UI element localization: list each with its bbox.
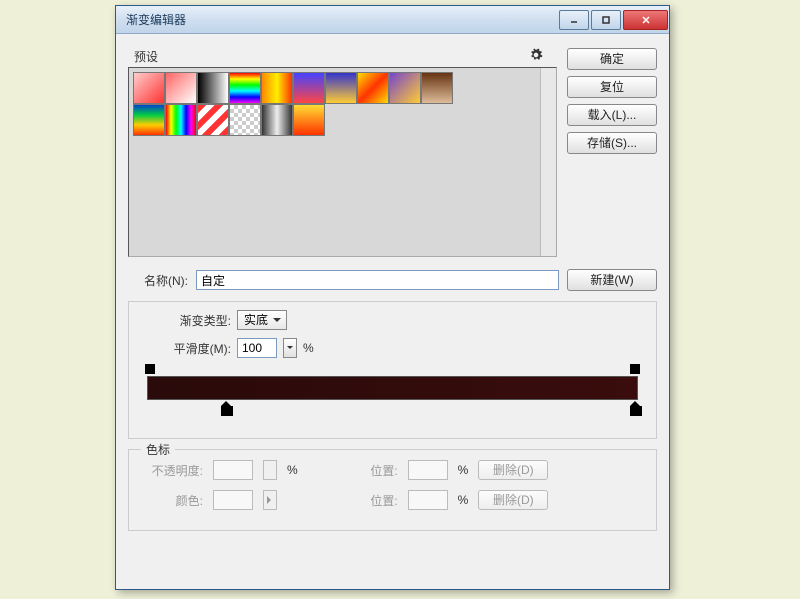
window-title: 渐变编辑器	[126, 11, 186, 28]
minimize-button[interactable]	[559, 10, 589, 30]
preset-swatch-4[interactable]	[261, 72, 293, 104]
preset-swatch-15[interactable]	[293, 104, 325, 136]
stops-fieldset: 色标 不透明度: % 位置: % 删除(D) 颜色: % 位置: %	[128, 449, 657, 531]
color-position-unit: %	[458, 493, 469, 507]
close-button[interactable]	[623, 10, 668, 30]
smoothness-spinner[interactable]	[283, 338, 297, 358]
opacity-position-label: 位置:	[338, 462, 398, 479]
opacity-stop-left[interactable]	[145, 364, 155, 374]
gradient-editor-window: 渐变编辑器 预设 确定 复位	[115, 5, 670, 590]
side-buttons: 确定 复位 载入(L)... 存储(S)...	[567, 46, 657, 257]
color-position-input[interactable]	[408, 490, 448, 510]
presets-panel: 预设	[128, 46, 557, 257]
gradient-editor-bar[interactable]	[141, 366, 644, 426]
color-picker-button[interactable]	[263, 490, 277, 510]
preset-swatch-11[interactable]	[165, 104, 197, 136]
preset-swatch-0[interactable]	[133, 72, 165, 104]
presets-grid[interactable]	[128, 67, 557, 257]
opacity-spinner[interactable]	[263, 460, 277, 480]
reset-button[interactable]: 复位	[567, 76, 657, 98]
opacity-label: 不透明度:	[143, 462, 203, 479]
color-swatch-input[interactable]	[213, 490, 253, 510]
preset-swatch-7[interactable]	[357, 72, 389, 104]
color-label: 颜色:	[143, 492, 203, 509]
titlebar[interactable]: 渐变编辑器	[116, 6, 669, 34]
preset-swatch-3[interactable]	[229, 72, 261, 104]
save-button[interactable]: 存储(S)...	[567, 132, 657, 154]
gradient-type-select[interactable]: 实底	[237, 310, 287, 330]
preset-swatch-13[interactable]	[229, 104, 261, 136]
preset-swatch-9[interactable]	[421, 72, 453, 104]
smoothness-label: 平滑度(M):	[141, 340, 231, 357]
opacity-position-input[interactable]	[408, 460, 448, 480]
gradient-type-value: 实底	[244, 313, 268, 327]
new-button[interactable]: 新建(W)	[567, 269, 657, 291]
color-stop-2[interactable]	[630, 402, 640, 414]
preset-swatch-10[interactable]	[133, 104, 165, 136]
name-input[interactable]	[196, 270, 559, 290]
ok-button[interactable]: 确定	[567, 48, 657, 70]
gear-icon	[529, 48, 543, 62]
preset-swatch-6[interactable]	[325, 72, 357, 104]
opacity-position-unit: %	[458, 463, 469, 477]
color-delete-button[interactable]: 删除(D)	[478, 490, 548, 510]
opacity-stop-right[interactable]	[630, 364, 640, 374]
preset-swatch-12[interactable]	[197, 104, 229, 136]
opacity-unit: %	[287, 463, 298, 477]
scrollbar[interactable]	[540, 68, 556, 256]
presets-label: 预设	[134, 48, 158, 65]
name-label: 名称(N):	[128, 272, 188, 289]
smoothness-unit: %	[303, 341, 314, 355]
gradient-settings-group: 渐变类型: 实底 平滑度(M): %	[128, 301, 657, 439]
preset-swatch-2[interactable]	[197, 72, 229, 104]
color-position-label: 位置:	[338, 492, 398, 509]
smoothness-input[interactable]	[237, 338, 277, 358]
gradient-type-label: 渐变类型:	[141, 312, 231, 329]
preset-swatch-1[interactable]	[165, 72, 197, 104]
stops-legend: 色标	[141, 441, 175, 458]
dialog-body: 预设 确定 复位 载入(L)... 存储(S)... 名称(N):	[116, 34, 669, 589]
preset-swatch-8[interactable]	[389, 72, 421, 104]
opacity-input[interactable]	[213, 460, 253, 480]
preset-swatch-14[interactable]	[261, 104, 293, 136]
maximize-button[interactable]	[591, 10, 621, 30]
window-controls	[558, 8, 669, 32]
color-stop-1[interactable]	[221, 402, 231, 414]
preset-swatch-5[interactable]	[293, 72, 325, 104]
presets-menu-button[interactable]	[529, 48, 551, 65]
load-button[interactable]: 载入(L)...	[567, 104, 657, 126]
opacity-delete-button[interactable]: 删除(D)	[478, 460, 548, 480]
